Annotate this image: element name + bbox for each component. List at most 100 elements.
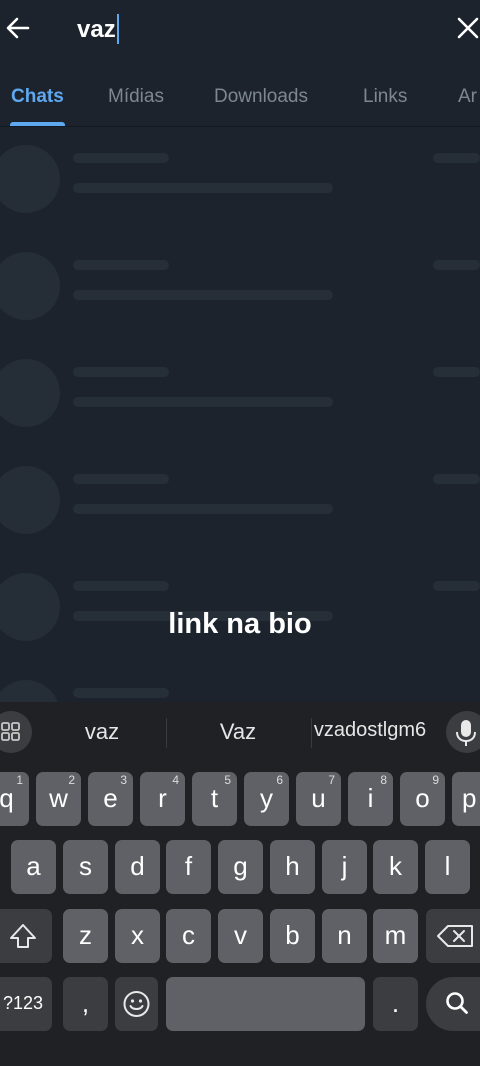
key-e[interactable]: e3: [88, 772, 133, 826]
shift-icon: [10, 924, 36, 948]
key-q[interactable]: q1: [0, 772, 29, 826]
suggestion-2[interactable]: Vaz: [198, 719, 278, 745]
date-placeholder: [433, 260, 480, 270]
loading-row: [0, 127, 480, 234]
apps-grid-icon[interactable]: [0, 711, 32, 753]
back-arrow-icon[interactable]: [4, 14, 32, 42]
tab-more[interactable]: Ar: [458, 86, 477, 108]
search-input[interactable]: vaz: [77, 14, 119, 44]
key-g[interactable]: g: [218, 840, 263, 894]
avatar-placeholder: [0, 145, 60, 213]
backspace-icon: [437, 925, 473, 947]
key-w-label: w: [49, 783, 68, 813]
key-r[interactable]: r4: [140, 772, 185, 826]
key-p-label: p: [462, 783, 477, 813]
date-placeholder: [433, 474, 480, 484]
title-placeholder: [73, 581, 169, 591]
microphone-icon[interactable]: [446, 711, 480, 753]
shift-key[interactable]: [0, 909, 52, 963]
suggestion-bar: vaz Vaz vzadostlgm6: [0, 702, 480, 762]
key-i-label: i: [367, 783, 374, 813]
subtitle-placeholder: [73, 504, 333, 514]
key-i[interactable]: i8: [348, 772, 393, 826]
loading-row: [0, 341, 480, 448]
text-caret: [116, 14, 119, 44]
key-b[interactable]: b: [270, 909, 315, 963]
emoji-icon: [123, 991, 150, 1017]
key-y-hint: 6: [276, 773, 283, 787]
key-f[interactable]: f: [166, 840, 211, 894]
tab-chats[interactable]: Chats: [11, 86, 64, 108]
key-i-hint: 8: [380, 773, 387, 787]
key-u-label: u: [311, 783, 326, 813]
key-o[interactable]: o9: [400, 772, 445, 826]
search-bar: vaz: [0, 0, 480, 58]
key-e-label: e: [103, 783, 118, 813]
loading-row: [0, 662, 480, 702]
tab-links[interactable]: Links: [363, 86, 407, 108]
key-y[interactable]: y6: [244, 772, 289, 826]
avatar-placeholder: [0, 252, 60, 320]
loading-row: [0, 448, 480, 555]
key-r-label: r: [158, 783, 167, 813]
key-x[interactable]: x: [115, 909, 160, 963]
key-s[interactable]: s: [63, 840, 108, 894]
suggestion-1[interactable]: vaz: [62, 719, 142, 745]
close-icon[interactable]: [456, 16, 480, 40]
backspace-key[interactable]: [426, 909, 480, 963]
key-l[interactable]: l: [425, 840, 470, 894]
avatar-placeholder: [0, 680, 60, 702]
comma-key[interactable]: ,: [63, 977, 108, 1031]
search-query: vaz: [77, 16, 116, 43]
title-placeholder: [73, 688, 169, 698]
tab-midias[interactable]: Mídias: [108, 86, 164, 108]
key-c[interactable]: c: [166, 909, 211, 963]
key-o-hint: 9: [432, 773, 439, 787]
symbols-key[interactable]: ?123: [0, 977, 52, 1031]
tab-downloads[interactable]: Downloads: [214, 86, 308, 108]
key-y-label: y: [260, 783, 273, 813]
key-q-label: q: [0, 783, 14, 813]
key-p[interactable]: p: [452, 772, 480, 826]
key-a[interactable]: a: [11, 840, 56, 894]
key-n[interactable]: n: [322, 909, 367, 963]
key-d[interactable]: d: [115, 840, 160, 894]
subtitle-placeholder: [73, 183, 333, 193]
period-key[interactable]: .: [373, 977, 418, 1031]
search-key[interactable]: [426, 977, 480, 1031]
key-q-hint: 1: [16, 773, 23, 787]
key-u[interactable]: u7: [296, 772, 341, 826]
key-t-label: t: [210, 783, 219, 813]
key-t-hint: 5: [224, 773, 231, 787]
key-o-label: o: [415, 783, 430, 813]
suggestion-3[interactable]: vzadostlgm6: [312, 719, 428, 742]
key-m[interactable]: m: [373, 909, 418, 963]
key-v[interactable]: v: [218, 909, 263, 963]
subtitle-placeholder: [73, 290, 333, 300]
subtitle-placeholder: [73, 397, 333, 407]
key-j[interactable]: j: [322, 840, 367, 894]
key-z[interactable]: z: [63, 909, 108, 963]
key-w-hint: 2: [68, 773, 75, 787]
key-k[interactable]: k: [373, 840, 418, 894]
key-e-hint: 3: [120, 773, 127, 787]
avatar-placeholder: [0, 466, 60, 534]
on-screen-keyboard: vaz Vaz vzadostlgm6 q1 w2 e3 r4 t5 y6 u7…: [0, 702, 480, 1066]
space-bar[interactable]: [166, 977, 365, 1031]
title-placeholder: [73, 260, 169, 270]
search-icon: [446, 992, 468, 1014]
title-placeholder: [73, 367, 169, 377]
overlay-caption: link na bio: [168, 608, 312, 640]
key-u-hint: 7: [328, 773, 335, 787]
search-tabs: Chats Mídias Downloads Links Ar: [0, 70, 480, 127]
key-w[interactable]: w2: [36, 772, 81, 826]
key-t[interactable]: t5: [192, 772, 237, 826]
loading-row: [0, 234, 480, 341]
date-placeholder: [433, 367, 480, 377]
title-placeholder: [73, 474, 169, 484]
key-h[interactable]: h: [270, 840, 315, 894]
key-r-hint: 4: [172, 773, 179, 787]
title-placeholder: [73, 153, 169, 163]
emoji-key[interactable]: [115, 977, 158, 1031]
avatar-placeholder: [0, 359, 60, 427]
